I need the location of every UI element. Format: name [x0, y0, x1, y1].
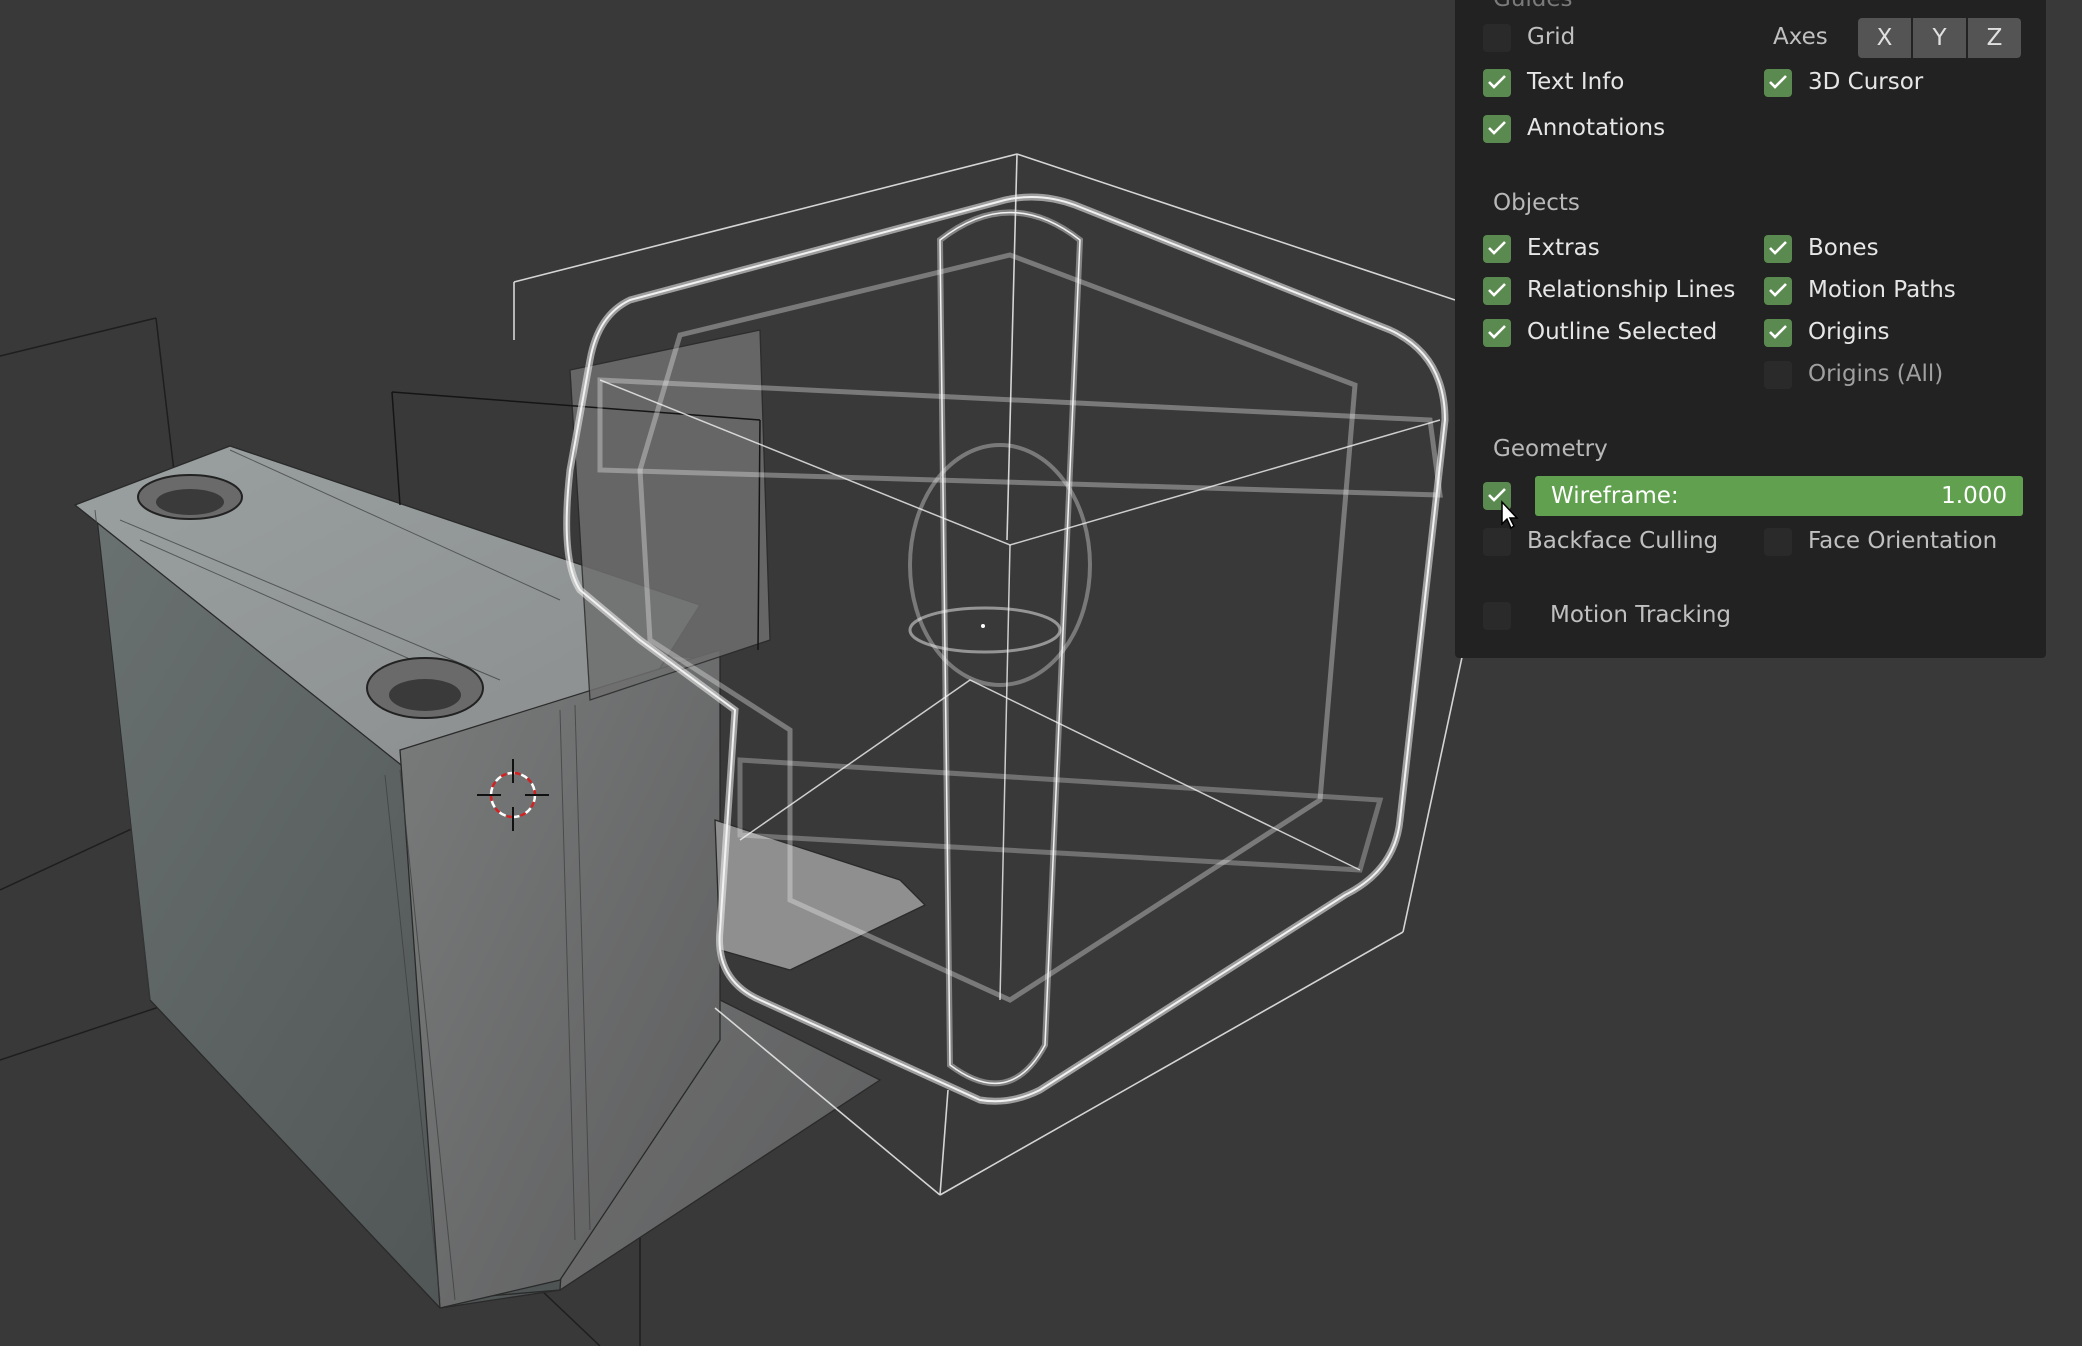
bones-checkbox[interactable] [1764, 235, 1792, 263]
backface-culling-checkbox[interactable] [1483, 528, 1511, 556]
checkmark-icon [1488, 75, 1506, 89]
checkmark-icon [1488, 121, 1506, 135]
objects-section-title: Objects [1493, 190, 1580, 216]
checkmark-icon [1769, 75, 1787, 89]
mouse-cursor-icon [1501, 500, 1519, 530]
wireframe-slider[interactable]: Wireframe: 1.000 [1535, 476, 2023, 516]
motion-tracking-checkbox[interactable] [1483, 602, 1511, 630]
motion-tracking-label: Motion Tracking [1550, 602, 1732, 628]
face-orientation-checkbox[interactable] [1764, 528, 1792, 556]
origins-label: Origins [1808, 319, 1890, 345]
viewport-overlays-panel: Guides Grid Axes X Y Z Text Info 3D Curs… [1455, 0, 2046, 658]
motion-paths-checkbox[interactable] [1764, 277, 1792, 305]
origins-checkbox[interactable] [1764, 319, 1792, 347]
checkmark-icon [1769, 325, 1787, 339]
checkmark-icon [1488, 283, 1506, 297]
outline-selected-label: Outline Selected [1527, 319, 1718, 345]
relationship-lines-checkbox[interactable] [1483, 277, 1511, 305]
annotations-checkbox[interactable] [1483, 115, 1511, 143]
guides-section-title: Guides [1493, 0, 1573, 12]
axis-z-toggle[interactable]: Z [1968, 18, 2021, 58]
3d-cursor-label: 3D Cursor [1808, 69, 1924, 95]
geometry-section-title: Geometry [1493, 436, 1608, 462]
grid-checkbox[interactable] [1483, 24, 1511, 52]
extras-checkbox[interactable] [1483, 235, 1511, 263]
checkmark-icon [1769, 283, 1787, 297]
relationship-lines-label: Relationship Lines [1527, 277, 1736, 303]
bones-label: Bones [1808, 235, 1879, 261]
origins-all-label: Origins (All) [1808, 361, 1944, 387]
checkmark-icon [1769, 241, 1787, 255]
grid-label: Grid [1527, 24, 1576, 50]
wireframe-slider-label: Wireframe: [1551, 483, 1679, 509]
backface-culling-label: Backface Culling [1527, 528, 1719, 554]
origins-all-checkbox[interactable] [1764, 361, 1792, 389]
axis-y-toggle[interactable]: Y [1913, 18, 1966, 58]
face-orientation-label: Face Orientation [1808, 528, 1998, 554]
checkmark-icon [1488, 241, 1506, 255]
axes-label: Axes [1773, 24, 1828, 50]
text-info-checkbox[interactable] [1483, 69, 1511, 97]
wireframe-slider-value: 1.000 [1941, 483, 2007, 509]
outline-selected-checkbox[interactable] [1483, 319, 1511, 347]
extras-label: Extras [1527, 235, 1600, 261]
3d-cursor-checkbox[interactable] [1764, 69, 1792, 97]
motion-paths-label: Motion Paths [1808, 277, 1956, 303]
text-info-label: Text Info [1527, 69, 1625, 95]
axis-x-toggle[interactable]: X [1858, 18, 1911, 58]
annotations-label: Annotations [1527, 115, 1666, 141]
checkmark-icon [1488, 325, 1506, 339]
